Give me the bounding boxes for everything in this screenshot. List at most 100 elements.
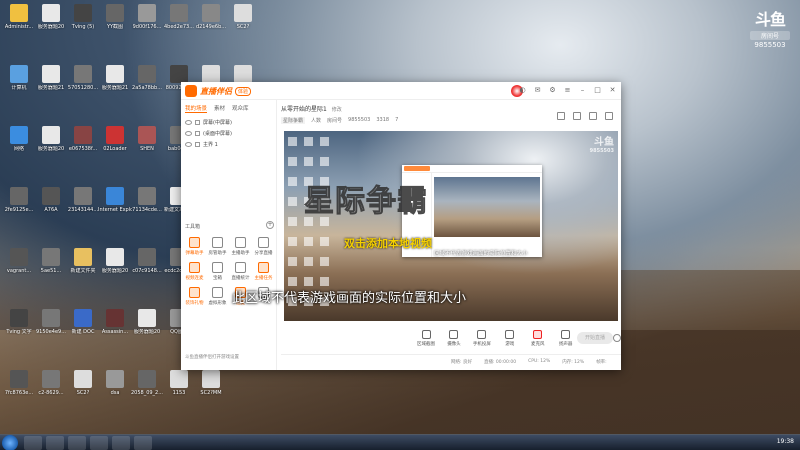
desktop-icon[interactable]: d2149e6b... <box>194 4 228 30</box>
tool-item[interactable]: 主播助手 <box>229 237 252 256</box>
tab-audience[interactable]: 观众库 <box>232 104 249 113</box>
eye-icon[interactable] <box>185 131 192 136</box>
desktop-icon[interactable]: YY截图 <box>98 4 132 30</box>
desktop-icon[interactable]: Tving 文字 <box>2 309 36 335</box>
desktop-icon[interactable]: dsa <box>98 370 132 396</box>
minimize-icon[interactable]: – <box>578 86 587 94</box>
start-button[interactable] <box>2 435 18 450</box>
version-badge[interactable]: 体验 <box>235 86 252 96</box>
desktop-icon[interactable]: 71134cde... <box>130 187 164 213</box>
expand-icon[interactable] <box>605 112 613 120</box>
start-live-button[interactable]: 开始直播 <box>577 332 613 344</box>
lock-icon[interactable] <box>195 131 200 136</box>
gear-icon[interactable] <box>613 334 621 342</box>
desktop-icon[interactable]: 网络 <box>2 126 36 152</box>
lock-icon[interactable] <box>195 120 200 125</box>
scene-row[interactable]: (桌面中屏幕) <box>181 128 276 139</box>
app-brand: 直播伴侣 体验 <box>185 85 252 97</box>
desktop-icon[interactable]: 新建文件夹 <box>66 248 100 274</box>
eye-icon[interactable] <box>185 142 192 147</box>
desktop-icon[interactable]: 9150e4e9... <box>34 309 68 335</box>
control-button[interactable]: 游戏 <box>496 329 524 347</box>
lock-icon[interactable] <box>195 142 200 147</box>
desktop-icon[interactable]: Tving (5) <box>66 4 100 30</box>
desktop-icon[interactable]: SC2? <box>226 4 260 30</box>
tool-item[interactable]: 房管助手 <box>206 237 229 256</box>
add-tool-icon[interactable]: + <box>266 221 274 229</box>
desktop-icon[interactable]: 02Loader <box>98 126 132 152</box>
taskbar-app-media[interactable] <box>68 436 86 450</box>
desktop-icon[interactable]: 新建 DOC <box>66 309 100 335</box>
control-button[interactable]: 手机投屏 <box>468 329 496 347</box>
desktop-icon[interactable]: Administr... <box>2 4 36 30</box>
maximize-icon[interactable]: □ <box>593 86 602 94</box>
desktop-icon[interactable]: 服务器题20 <box>98 248 132 274</box>
control-button[interactable]: 区域截图 <box>412 329 440 347</box>
desktop-icon[interactable]: SC2?MM <box>194 370 228 396</box>
desktop-icon[interactable]: 服务器题20 <box>34 4 68 30</box>
lock-icon[interactable] <box>557 112 565 120</box>
taskbar-app-browser[interactable] <box>46 436 64 450</box>
desktop-icon[interactable]: SC2? <box>66 370 100 396</box>
desktop-icon[interactable]: 5ae51... <box>34 248 68 274</box>
control-button[interactable]: 摄像头 <box>440 329 468 347</box>
taskbar-app-live[interactable] <box>90 436 108 450</box>
left-footer-tip[interactable]: 斗鱼直播伴侣打开游戏设置 <box>185 354 239 360</box>
desktop-icon[interactable]: 57051280... <box>66 65 100 91</box>
status-bar: 网络: 良好 直播: 00:00:00 CPU: 12% 内存: 12% 帧率: <box>281 354 621 368</box>
desktop-icon[interactable]: 9d00f176... <box>130 4 164 30</box>
desktop-icon[interactable]: 2fe9125e... <box>2 187 36 213</box>
tool-item[interactable]: 宝箱 <box>206 262 229 281</box>
control-button[interactable]: 麦克风 <box>524 329 552 347</box>
desktop-icon[interactable]: 1153 <box>162 370 196 396</box>
edit-title-button[interactable]: 修改 <box>332 107 342 113</box>
desktop-icon[interactable]: vagrant... <box>2 248 36 274</box>
tool-item[interactable]: 直播统计 <box>229 262 252 281</box>
close-icon[interactable]: ✕ <box>608 86 617 94</box>
settings-icon[interactable]: ⚙ <box>548 86 557 94</box>
tool-icon <box>189 237 200 248</box>
tool-item[interactable]: 装饰礼物 <box>183 287 206 306</box>
category-tag[interactable]: 星际争霸 <box>281 117 306 124</box>
desktop-icon[interactable]: c07c9148... <box>130 248 164 274</box>
tool-item[interactable]: 虚拟形象 <box>206 287 229 306</box>
desktop-icon[interactable]: 服务器题20 <box>34 126 68 152</box>
share-icon[interactable] <box>573 112 581 120</box>
desktop-icon[interactable]: 4bed2e73... <box>162 4 196 30</box>
desktop-icon[interactable]: 服务器题21 <box>98 65 132 91</box>
tool-item[interactable]: 主播任务 <box>252 262 275 281</box>
tab-materials[interactable]: 素材 <box>214 104 225 113</box>
taskbar-app-chat[interactable] <box>112 436 130 450</box>
desktop-icon[interactable]: A76A <box>34 187 68 213</box>
desktop-icon[interactable]: 2058_09_2... <box>130 370 164 396</box>
preview-watermark: 斗鱼 9855503 <box>590 133 614 154</box>
file-icon <box>42 126 60 144</box>
mail-icon[interactable]: ✉ <box>533 86 542 94</box>
tool-item[interactable]: 弹幕助手 <box>183 237 206 256</box>
scene-row[interactable]: 屏幕(中屏幕) <box>181 117 276 128</box>
desktop-icon[interactable]: 服务器题20 <box>130 309 164 335</box>
desktop-icon[interactable]: SHEN <box>130 126 164 152</box>
eye-icon[interactable] <box>185 120 192 125</box>
desktop-icon[interactable]: c2-8629... <box>34 370 68 396</box>
skin-icon[interactable]: ◐ <box>518 86 527 94</box>
app-logo-icon <box>185 85 197 97</box>
desktop-icon[interactable]: 服务器题21 <box>34 65 68 91</box>
desktop-icon[interactable]: 7fc8763e... <box>2 370 36 396</box>
taskbar-app-explorer[interactable] <box>24 436 42 450</box>
tool-item[interactable]: 视频连麦 <box>183 262 206 281</box>
desktop-icon[interactable]: Assassin... <box>98 309 132 335</box>
taskbar-app-game[interactable] <box>134 436 152 450</box>
desktop-icon[interactable]: 2a5a78bb... <box>130 65 164 91</box>
tab-scenes[interactable]: 我的场景 <box>185 104 208 113</box>
scene-row[interactable]: 主界 1 <box>181 139 276 150</box>
layout-icon[interactable] <box>589 112 597 120</box>
control-button[interactable]: 扬声器 <box>552 329 580 347</box>
clock[interactable]: 19:38 <box>777 438 794 445</box>
desktop-icon[interactable]: e067538f... <box>66 126 100 152</box>
desktop-icon[interactable]: 计算机 <box>2 65 36 91</box>
desktop-icon[interactable]: 23143144... <box>66 187 100 213</box>
menu-icon[interactable]: ≡ <box>563 86 572 94</box>
tool-item[interactable]: 分享直播 <box>252 237 275 256</box>
desktop-icon[interactable]: Internet Explorer <box>98 187 132 213</box>
